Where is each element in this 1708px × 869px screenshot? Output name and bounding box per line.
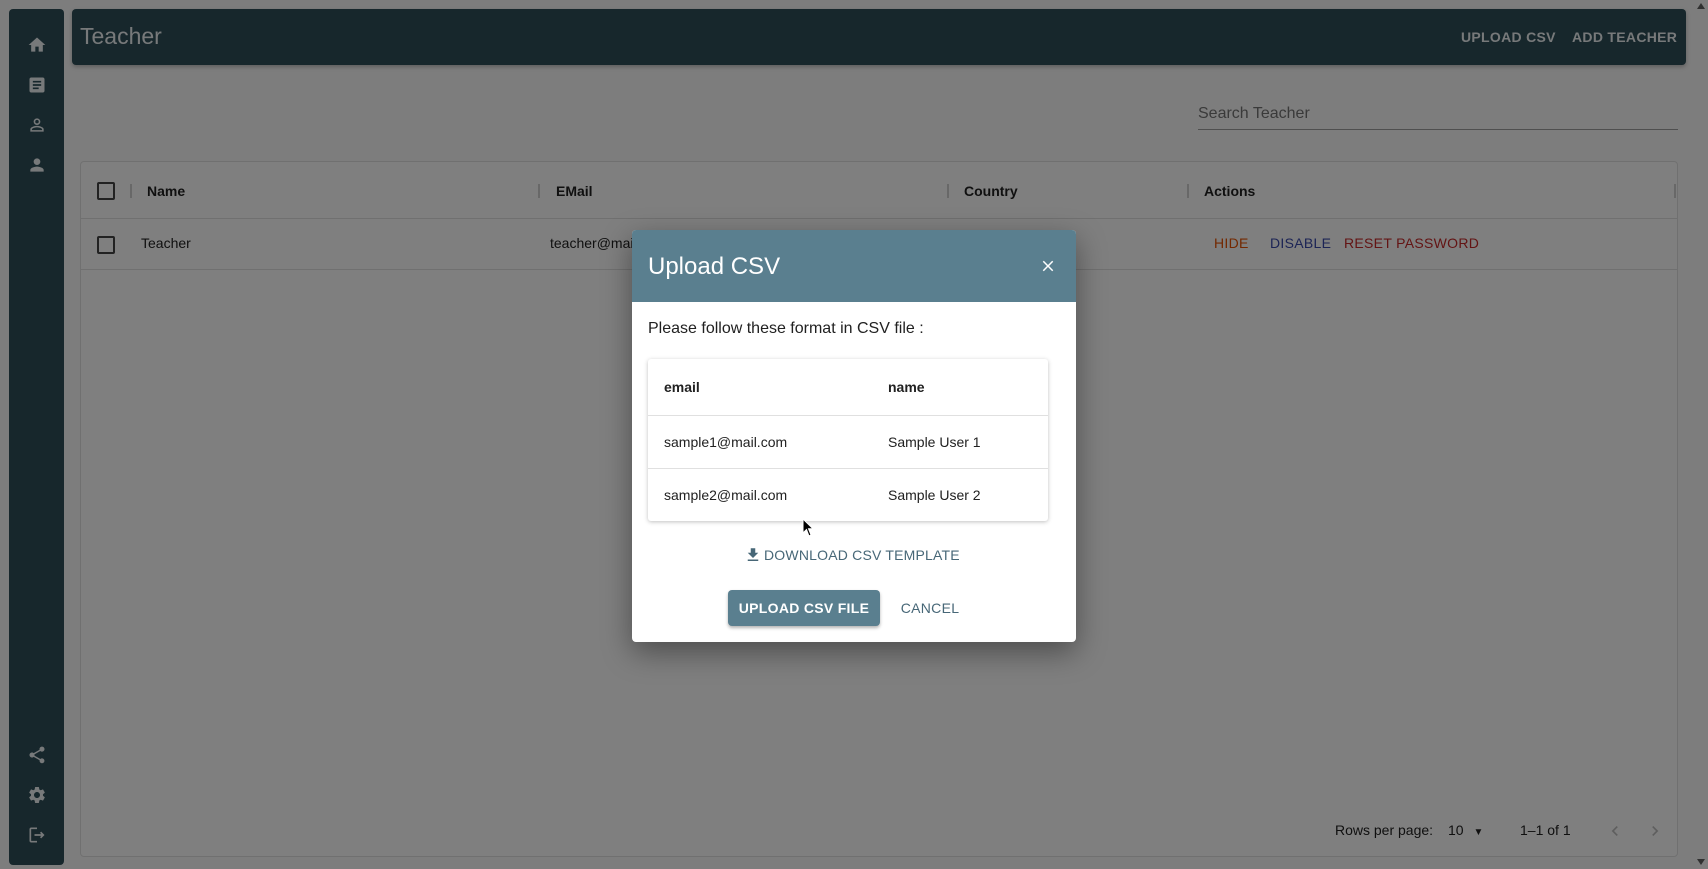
mouse-cursor-icon (802, 518, 815, 537)
cancel-button[interactable]: CANCEL (894, 590, 966, 626)
download-csv-template-link[interactable]: DOWNLOAD CSV TEMPLATE (744, 546, 960, 564)
sample-divider (648, 468, 1048, 469)
sample-cell-email: sample2@mail.com (664, 487, 788, 503)
sample-cell-email: sample1@mail.com (664, 434, 788, 450)
sample-cell-name: Sample User 2 (888, 487, 981, 503)
csv-sample-table: email name sample1@mail.com Sample User … (648, 359, 1048, 521)
download-csv-template-label: DOWNLOAD CSV TEMPLATE (764, 547, 960, 563)
dialog-header: Upload CSV (632, 230, 1076, 302)
sample-cell-name: Sample User 1 (888, 434, 981, 450)
upload-csv-file-button[interactable]: UPLOAD CSV FILE (728, 590, 880, 626)
download-icon (747, 548, 759, 561)
upload-csv-dialog: Upload CSV Please follow these format in… (632, 230, 1076, 642)
csv-format-instruction: Please follow these format in CSV file : (648, 320, 924, 337)
dialog-title: Upload CSV (648, 253, 781, 280)
sample-header-name: name (888, 379, 925, 395)
close-icon (1042, 260, 1054, 272)
sample-header-email: email (664, 379, 700, 395)
sample-divider (648, 415, 1048, 416)
close-button[interactable] (1033, 251, 1063, 281)
